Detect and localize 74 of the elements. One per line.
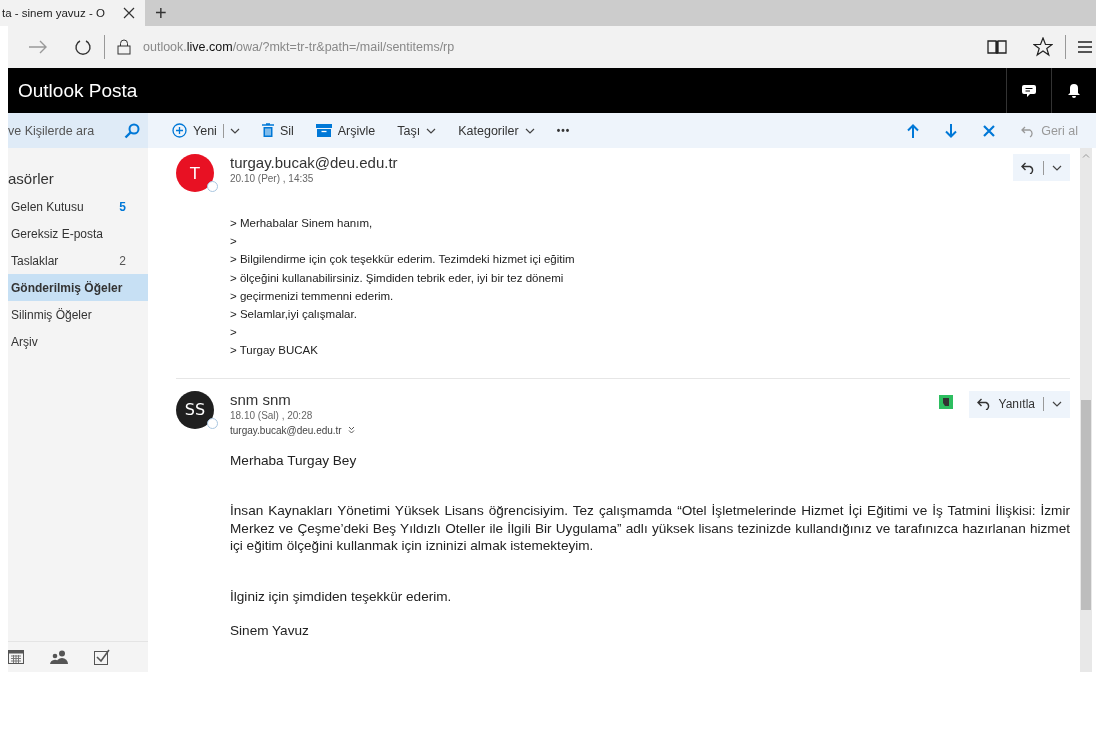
folder-item[interactable]: Gelen Kutusu 5 xyxy=(8,193,148,220)
message-paragraph: İlginiz için şimdiden teşekkür ederim. xyxy=(230,587,453,606)
chevron-down-icon[interactable] xyxy=(1052,164,1062,171)
address-field[interactable]: outlook.live.com/owa/?mkt=tr-tr&path=/mail/sentitems/rp xyxy=(143,40,455,54)
toolbar-button[interactable]: Taşı xyxy=(389,123,445,138)
scrollbar[interactable] xyxy=(1080,148,1092,672)
folder-name: Arşiv xyxy=(11,334,38,349)
message-paragraph: Sinem Yavuz xyxy=(230,622,310,640)
folder-item[interactable]: Silinmiş Öğeler xyxy=(8,301,148,328)
reading-view-icon[interactable] xyxy=(987,39,1007,55)
expand-icon[interactable] xyxy=(347,426,355,435)
app-title: Outlook Posta xyxy=(17,79,138,102)
folder-name: Gereksiz E-posta xyxy=(11,226,104,241)
presence-icon xyxy=(207,417,218,429)
reply-icon[interactable] xyxy=(976,398,991,411)
message-date: 18.10 (Sal) , 20:28 xyxy=(230,409,314,421)
toolbar-button[interactable]: Arşivle xyxy=(307,123,384,138)
chevron-down-icon[interactable] xyxy=(524,127,535,134)
folder-count: 5 xyxy=(119,199,126,214)
folder-count: 2 xyxy=(119,253,126,268)
reply-button[interactable]: Yanıtla xyxy=(968,390,1070,418)
browser-tab[interactable]: ta - sinem yavuz - O xyxy=(0,0,145,26)
reply-button[interactable] xyxy=(1013,154,1070,181)
arrow-up-icon[interactable] xyxy=(907,123,920,138)
toolbar-button[interactable]: Kategoriler xyxy=(450,123,543,138)
folders-heading: asörler xyxy=(8,170,55,189)
folder-name: Taslaklar xyxy=(11,253,59,268)
toolbar-button[interactable]: Sil xyxy=(253,123,302,138)
sender-name: turgay.bucak@deu.edu.tr xyxy=(230,154,398,171)
arrow-down-icon[interactable] xyxy=(945,123,958,138)
refresh-icon[interactable] xyxy=(74,38,92,56)
folder-item[interactable]: Arşiv xyxy=(8,328,148,355)
quoted-line: > geçirmenizi temmenni ederim. xyxy=(230,288,395,304)
quoted-line: > ölçeğini kullanabilirsiniz. Şimdiden tebrik eder, iyi bir tez dönemi xyxy=(230,270,565,286)
close-icon[interactable] xyxy=(123,7,135,19)
people-icon[interactable] xyxy=(50,650,68,664)
archive-icon[interactable] xyxy=(315,124,332,137)
quoted-line: > Bilgilendirme için çok teşekkür ederim. Tezimdeki hizmet içi eğitim xyxy=(230,252,576,268)
recipient: turgay.bucak@deu.edu.tr xyxy=(230,424,342,436)
menu-icon[interactable] xyxy=(1078,41,1092,53)
trash-icon[interactable] xyxy=(261,123,274,138)
bell-icon[interactable] xyxy=(1067,82,1081,99)
quoted-line: > Turgay BUCAK xyxy=(230,343,319,359)
sender-name: snm snm xyxy=(230,390,292,408)
search-icon[interactable] xyxy=(124,123,140,139)
search-field[interactable]: ve Kişilerde ara xyxy=(8,113,148,148)
folder-item[interactable]: Gönderilmiş Öğeler xyxy=(8,274,148,301)
chevron-down-icon[interactable] xyxy=(1052,401,1062,408)
more-button[interactable]: ••• xyxy=(548,125,579,136)
plus-icon[interactable] xyxy=(172,123,187,138)
quoted-line: > Merhabalar Sinem hanım, xyxy=(230,216,374,231)
quoted-line: > xyxy=(230,234,238,250)
forward-icon[interactable] xyxy=(28,40,48,54)
chat-icon[interactable] xyxy=(1021,82,1037,99)
message-date: 20.10 (Per) , 14:35 xyxy=(230,173,315,184)
chevron-down-icon[interactable] xyxy=(229,127,240,134)
lock-icon xyxy=(117,39,131,55)
message-paragraph: İnsan Kaynakları Yönetimi Yüksek Lisans öğrencisiyim. Tez çalışmamda “Otel İşletmelerinde Hizmet İçi Eğitimi ve İş Tatmini İlişkisi: İzmir Merkez ve Çeşme’deki Beş Yıldızlı Oteller ile İlgili Bir Uygulama” adlı yüksek lisans tezinizde kullandığınız ve tarafınızca hazırlanan hizmet içi eğitim ölçeğini kullanmak için izninizi almak istemekteyim. xyxy=(230,502,1070,555)
quoted-line: > xyxy=(230,325,238,341)
calendar-icon[interactable] xyxy=(8,650,24,664)
folder-name: Gönderilmiş Öğeler xyxy=(11,280,123,295)
toolbar-button[interactable]: Yeni xyxy=(164,123,248,138)
reply-icon[interactable] xyxy=(1021,161,1035,174)
folder-name: Gelen Kutusu xyxy=(11,199,84,214)
quoted-line: > Selamlar,iyi çalışmalar. xyxy=(230,307,358,322)
tasks-icon[interactable] xyxy=(94,649,110,665)
presence-icon xyxy=(207,181,218,192)
new-tab-button[interactable]: + xyxy=(145,0,177,26)
star-icon[interactable] xyxy=(1033,37,1053,57)
chevron-down-icon[interactable] xyxy=(426,127,437,134)
folder-name: Silinmiş Öğeler xyxy=(11,307,92,322)
folder-item[interactable]: Taslaklar 2 xyxy=(8,247,148,274)
folder-item[interactable]: Gereksiz E-posta xyxy=(8,220,148,247)
message-paragraph: Merhaba Turgay Bey xyxy=(230,451,358,470)
